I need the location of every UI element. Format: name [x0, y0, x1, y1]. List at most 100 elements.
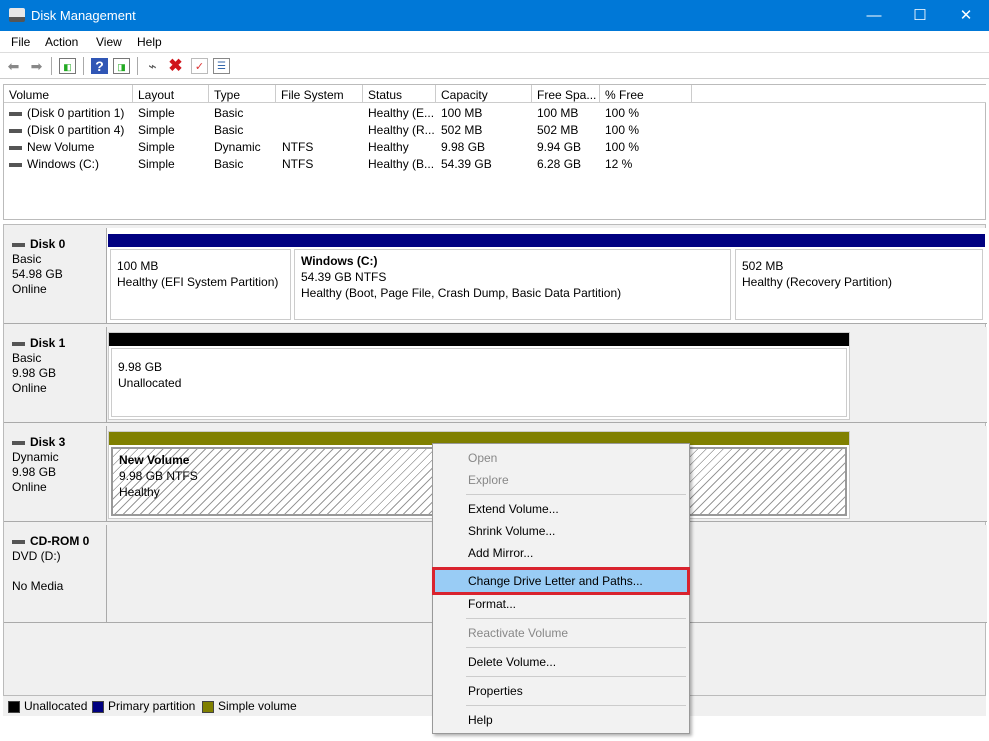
cell-text: NTFS [282, 157, 313, 171]
table-cell: Healthy (R... [368, 121, 435, 138]
minimize-button[interactable]: — [851, 0, 897, 31]
cell-text: (Disk 0 partition 4) [27, 123, 124, 137]
legend-simple-volume: Simple volume [202, 699, 297, 713]
table-cell: Simple [138, 121, 175, 138]
cell-text: Healthy (B... [368, 157, 434, 171]
table-row[interactable]: New Volume Simple Dynamic NTFS Healthy 9.98 G… [4, 138, 985, 155]
table-cell: 9.98 GB [441, 138, 485, 155]
cell-text: 9.94 GB [537, 140, 581, 154]
table-cell: (Disk 0 partition 4) [9, 121, 124, 138]
table-cell: 100 % [605, 104, 639, 121]
partition-status: Healthy (Boot, Page File, Crash Dump, Ba… [301, 286, 621, 300]
column-header-free-space[interactable]: Free Spa... [532, 85, 600, 103]
table-cell: 9.94 GB [537, 138, 581, 155]
column-header-percent-free[interactable]: % Free [600, 85, 692, 103]
show-hide-console-tree-icon[interactable]: ◧ [59, 58, 76, 74]
disk-label-cdrom-0[interactable]: CD-ROM 0DVD (D:)No Media [4, 525, 107, 623]
partition-unallocated[interactable]: 9.98 GBUnallocated [108, 332, 850, 420]
menu-action[interactable]: Action [45, 35, 78, 49]
table-cell: 502 MB [441, 121, 482, 138]
menu-item-format[interactable]: Format... [435, 593, 687, 615]
back-icon[interactable]: ⬅ [5, 58, 22, 74]
cell-text: 100 MB [537, 106, 578, 120]
properties-icon[interactable]: ✓ [191, 58, 208, 74]
table-cell: 12 % [605, 155, 632, 172]
table-cell: 100 MB [537, 104, 578, 121]
table-cell: Healthy (E... [368, 104, 434, 121]
menu-item-shrink-volume[interactable]: Shrink Volume... [435, 520, 687, 542]
column-header-type[interactable]: Type [209, 85, 276, 103]
menu-item-open[interactable]: Open [435, 447, 687, 469]
cell-text: Simple [138, 106, 175, 120]
disk-label-disk-3[interactable]: Disk 3Dynamic9.98 GBOnline [4, 426, 107, 522]
cell-text: 9.98 GB [441, 140, 485, 154]
cell-text: 502 MB [537, 123, 578, 137]
column-header-file-system[interactable]: File System [276, 85, 363, 103]
column-header-layout[interactable]: Layout [133, 85, 209, 103]
cell-text: 54.39 GB [441, 157, 492, 171]
menu-item-delete-volume[interactable]: Delete Volume... [435, 651, 687, 673]
partition-efi[interactable]: 100 MB Healthy (EFI System Partition) [108, 234, 293, 322]
settings-list-icon[interactable]: ☰ [213, 58, 230, 74]
column-header-status[interactable]: Status [363, 85, 436, 103]
cell-text: Basic [214, 106, 243, 120]
table-cell: Basic [214, 155, 243, 172]
table-row[interactable]: (Disk 0 partition 1) Simple Basic Healthy (… [4, 104, 985, 121]
disk-label-disk-1[interactable]: Disk 1Basic9.98 GBOnline [4, 327, 107, 423]
table-cell: Simple [138, 104, 175, 121]
partition-status: Healthy (EFI System Partition) [117, 275, 278, 289]
table-cell: (Disk 0 partition 1) [9, 104, 124, 121]
disk-label-disk-0[interactable]: Disk 0Basic54.98 GBOnline [4, 228, 107, 324]
cell-text: 100 % [605, 106, 639, 120]
context-menu: Open Explore Extend Volume... Shrink Vol… [432, 443, 690, 734]
show-hide-action-pane-icon[interactable]: ◨ [113, 58, 130, 74]
table-cell: 100 MB [441, 104, 482, 121]
menu-item-help[interactable]: Help [435, 709, 687, 731]
disk-row-disk-0: 100 MB Healthy (EFI System Partition) Win… [4, 228, 987, 324]
cell-text: Healthy (E... [368, 106, 434, 120]
volume-icon [9, 146, 22, 150]
menu-item-extend-volume[interactable]: Extend Volume... [435, 498, 687, 520]
table-cell: 54.39 GB [441, 155, 492, 172]
maximize-button[interactable]: ☐ [897, 0, 943, 31]
volume-list[interactable]: Volume Layout Type File System Status Ca… [3, 84, 986, 220]
delete-icon[interactable]: ✖ [167, 58, 184, 74]
cell-text: New Volume [27, 140, 94, 154]
menu-item-properties[interactable]: Properties [435, 680, 687, 702]
close-button[interactable]: ✕ [943, 0, 989, 31]
disk-row-disk-1: 9.98 GBUnallocated [4, 327, 987, 423]
partition-size: 54.39 GB NTFS [301, 270, 386, 284]
table-cell: Dynamic [214, 138, 261, 155]
menu-item-add-mirror[interactable]: Add Mirror... [435, 542, 687, 564]
partition-size: 100 MB [117, 259, 158, 273]
column-header-capacity[interactable]: Capacity [436, 85, 532, 103]
table-row[interactable]: (Disk 0 partition 4)SimpleBasicHealthy (… [4, 121, 985, 138]
connect-disk-icon[interactable]: ⌁ [144, 58, 161, 74]
help-icon[interactable]: ? [91, 58, 108, 74]
menu-view[interactable]: View [96, 35, 122, 49]
table-cell: Healthy [368, 138, 409, 155]
menu-help[interactable]: Help [137, 35, 162, 49]
cell-text: (Disk 0 partition 1) [27, 106, 124, 120]
cell-text: Simple [138, 123, 175, 137]
menu-bar: File Action View Help [0, 31, 989, 53]
cell-text: 100 % [605, 123, 639, 137]
window-title: Disk Management [31, 8, 136, 23]
forward-icon[interactable]: ➡ [28, 58, 45, 74]
cell-text: Healthy (R... [368, 123, 435, 137]
cell-text: NTFS [282, 140, 313, 154]
cell-text: Windows (C:) [27, 157, 99, 171]
menu-item-explore[interactable]: Explore [435, 469, 687, 491]
partition-recovery[interactable]: 502 MBHealthy (Recovery Partition) [733, 234, 985, 322]
menu-item-reactivate-volume[interactable]: Reactivate Volume [435, 622, 687, 644]
menu-item-change-drive-letter[interactable]: Change Drive Letter and Paths... [435, 570, 687, 592]
cell-text: Simple [138, 140, 175, 154]
column-header-volume[interactable]: Volume [4, 85, 133, 103]
table-cell: Healthy (B... [368, 155, 434, 172]
volume-icon [9, 129, 22, 133]
menu-file[interactable]: File [11, 35, 30, 49]
table-row[interactable]: Windows (C:)SimpleBasicNTFSHealthy (B...… [4, 155, 985, 172]
table-cell: 6.28 GB [537, 155, 581, 172]
partition-windows-c[interactable]: Windows (C:) 54.39 GB NTFS Healthy (Boot, … [292, 234, 733, 322]
partition-title: Windows (C:) [301, 254, 378, 268]
